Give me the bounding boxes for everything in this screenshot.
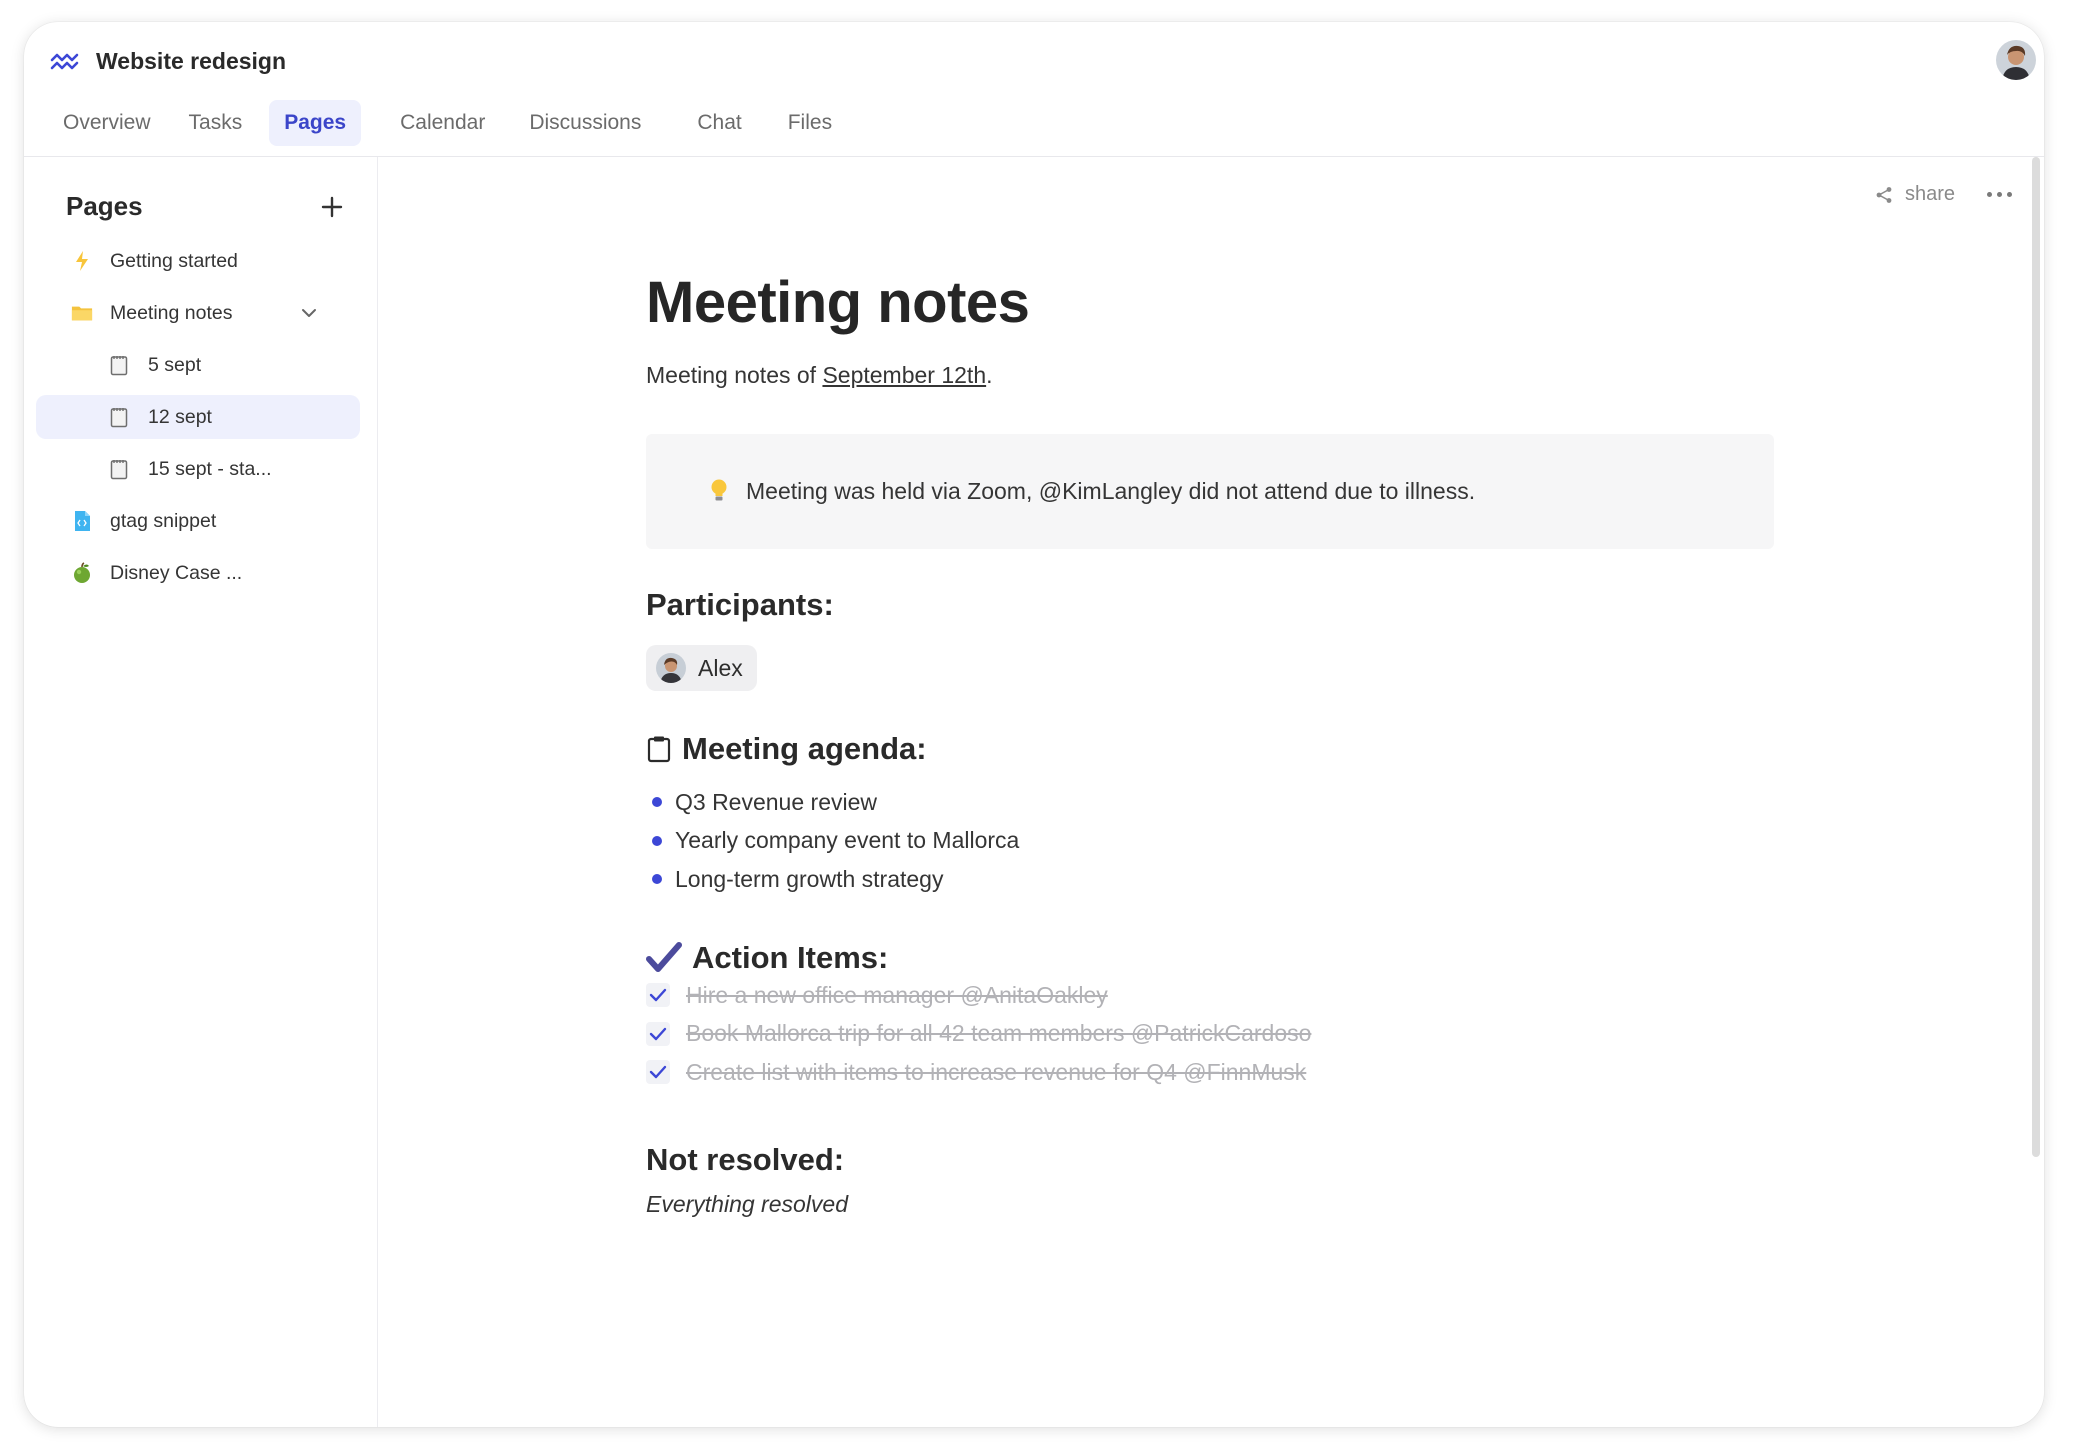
list-item-text: Yearly company event to Mallorca xyxy=(675,827,1020,854)
apple-icon xyxy=(71,562,93,584)
tab-overview[interactable]: Overview xyxy=(48,100,166,146)
todo-item: Hire a new office manager @AnitaOakley xyxy=(646,976,1311,1015)
waves-logo-icon xyxy=(50,53,79,69)
check-icon xyxy=(649,989,667,1002)
tab-discussions[interactable]: Discussions xyxy=(514,100,656,146)
sidebar-item-label: gtag snippet xyxy=(110,509,217,532)
todo-text: Book Mallorca trip for all 42 team membe… xyxy=(686,1020,1312,1047)
participants-heading-text: Participants: xyxy=(646,587,834,622)
todo-checkbox[interactable] xyxy=(646,1021,670,1046)
tab-tasks[interactable]: Tasks xyxy=(174,100,258,146)
sidebar-item-meeting-notes[interactable]: Meeting notes xyxy=(36,291,360,335)
sidebar-item-disney-case[interactable]: Disney Case ... xyxy=(36,551,360,595)
add-page-button[interactable] xyxy=(318,193,346,221)
todo-text: Create list with items to increase reven… xyxy=(686,1058,1307,1085)
sidebar-item-getting-started[interactable]: Getting started xyxy=(36,239,360,283)
header: Website redesign Overview Tasks Pages Ca… xyxy=(24,22,2044,157)
page-title: Meeting notes xyxy=(646,270,1030,335)
not-resolved-heading-text: Not resolved: xyxy=(646,1142,845,1177)
sidebar-item-gtag-snippet[interactable]: gtag snippet xyxy=(36,499,360,543)
more-options-button[interactable] xyxy=(1985,184,2014,205)
code-file-icon xyxy=(71,510,93,532)
sidebar-item-15-sept[interactable]: 15 sept - sta... xyxy=(36,447,360,491)
page-subtitle: Meeting notes of September 12th. xyxy=(646,362,993,389)
todo-item: Create list with items to increase reven… xyxy=(646,1053,1311,1092)
list-item: Yearly company event to Mallorca xyxy=(646,822,1019,861)
chevron-down-icon[interactable] xyxy=(298,302,320,324)
sidebar-item-label: 15 sept - sta... xyxy=(148,457,272,480)
tab-chat[interactable]: Chat xyxy=(682,100,756,146)
tab-files[interactable]: Files xyxy=(773,100,847,146)
avatar-image xyxy=(1996,40,2036,80)
agenda-heading-text: Meeting agenda: xyxy=(682,731,927,766)
subtitle-suffix: . xyxy=(986,362,993,388)
participant-chip[interactable]: Alex xyxy=(646,645,757,691)
participant-name: Alex xyxy=(698,654,743,681)
notepad-icon xyxy=(108,354,130,376)
callout-block: Meeting was held via Zoom, @KimLangley d… xyxy=(646,434,1774,549)
todo-text: Hire a new office manager @AnitaOakley xyxy=(686,981,1108,1008)
page-tree: Getting started Meeting notes 5 sept 12 … xyxy=(36,239,360,603)
notepad-icon xyxy=(108,458,130,480)
agenda-list: Q3 Revenue review Yearly company event t… xyxy=(646,783,1019,899)
sidebar-item-label: Disney Case ... xyxy=(110,561,243,584)
sidebar-header: Pages xyxy=(66,191,346,222)
pages-sidebar: Pages Getting started Meeting notes 5 se… xyxy=(24,157,378,1427)
participants-heading: Participants: xyxy=(646,587,834,623)
check-icon xyxy=(649,1066,667,1079)
share-label: share xyxy=(1904,183,1955,205)
action-items-heading-text: Action Items: xyxy=(692,940,889,975)
user-avatar[interactable] xyxy=(1996,40,2036,80)
todo-checkbox[interactable] xyxy=(646,983,670,1008)
todo-item: Book Mallorca trip for all 42 team membe… xyxy=(646,1015,1311,1054)
project-title: Website redesign xyxy=(50,48,286,75)
sidebar-item-label: 12 sept xyxy=(148,405,212,428)
participant-avatar xyxy=(656,653,686,683)
todo-checkbox[interactable] xyxy=(646,1060,670,1085)
project-title-text: Website redesign xyxy=(96,48,287,74)
list-item: Long-term growth strategy xyxy=(646,860,1019,899)
folder-icon xyxy=(71,302,93,324)
scrollbar[interactable] xyxy=(2032,157,2040,1157)
agenda-heading: Meeting agenda: xyxy=(646,731,927,767)
notepad-icon xyxy=(108,406,130,428)
lightning-icon xyxy=(71,250,93,272)
plus-icon xyxy=(321,196,343,217)
subtitle-prefix: Meeting notes of xyxy=(646,362,823,388)
callout-text: Meeting was held via Zoom, @KimLangley d… xyxy=(746,478,1476,504)
sidebar-item-label: Getting started xyxy=(110,249,238,272)
ellipsis-icon xyxy=(1987,192,1992,197)
tab-calendar[interactable]: Calendar xyxy=(385,100,500,146)
clipboard-icon xyxy=(647,736,671,763)
lightbulb-icon xyxy=(710,478,728,509)
checkmark-icon xyxy=(646,942,682,972)
check-icon xyxy=(649,1027,667,1040)
page-content: share Meeting notes Meeting notes of Sep… xyxy=(378,157,2044,1427)
list-item: Q3 Revenue review xyxy=(646,783,1019,822)
app-window: Website redesign Overview Tasks Pages Ca… xyxy=(24,22,2044,1427)
sidebar-title: Pages xyxy=(66,191,143,221)
tab-bar: Overview Tasks Pages Calendar Discussion… xyxy=(48,100,847,146)
sidebar-item-5-sept[interactable]: 5 sept xyxy=(36,343,360,387)
list-item-text: Long-term growth strategy xyxy=(675,865,944,892)
sidebar-item-label: Meeting notes xyxy=(110,301,233,324)
action-items-heading: Action Items: xyxy=(646,940,888,976)
sidebar-item-12-sept[interactable]: 12 sept xyxy=(36,395,360,439)
sidebar-item-label: 5 sept xyxy=(148,353,202,376)
page-actions: share xyxy=(1875,183,2014,206)
share-icon xyxy=(1876,186,1892,203)
share-button[interactable]: share xyxy=(1875,183,1955,206)
action-items-list: Hire a new office manager @AnitaOakley B… xyxy=(646,976,1311,1092)
tab-pages[interactable]: Pages xyxy=(269,100,362,146)
list-item-text: Q3 Revenue review xyxy=(675,788,877,815)
resolved-text: Everything resolved xyxy=(646,1191,848,1217)
date-link[interactable]: September 12th xyxy=(822,362,986,388)
not-resolved-heading: Not resolved: xyxy=(646,1142,844,1178)
